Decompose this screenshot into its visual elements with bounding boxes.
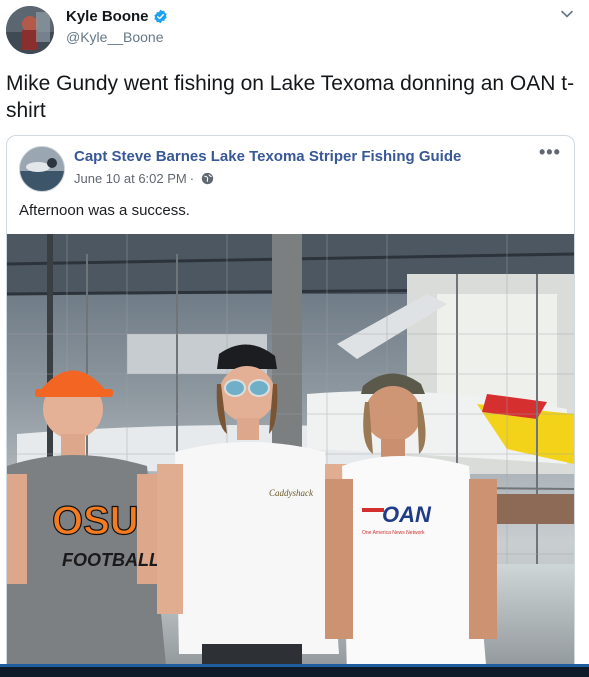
page-avatar[interactable] (19, 146, 65, 192)
post-text: Afternoon was a success. (19, 202, 190, 219)
page-name-link[interactable]: Capt Steve Barnes Lake Texoma Striper Fi… (74, 148, 461, 165)
avatar-image (6, 6, 54, 54)
globe-icon (201, 172, 214, 185)
tweet-text: Mike Gundy went fishing on Lake Texoma d… (6, 72, 575, 122)
author-name-text: Kyle Boone (66, 8, 149, 25)
author-handle[interactable]: @Kyle__Boone (66, 29, 164, 45)
shirt-football-text: FOOTBALL (62, 550, 160, 570)
author-name[interactable]: Kyle Boone (66, 8, 168, 25)
shirt-osu-text: OSU (52, 499, 139, 543)
author-avatar[interactable] (6, 6, 54, 54)
page-avatar-image (20, 147, 64, 191)
shirt-caddyshack-text: Caddyshack (269, 488, 314, 498)
more-options-button[interactable]: ••• (539, 142, 561, 163)
bottom-bar (0, 664, 589, 677)
separator: · (189, 171, 195, 186)
shirt-oan-text: OAN (382, 502, 432, 527)
embedded-post-card[interactable]: Capt Steve Barnes Lake Texoma Striper Fi… (6, 135, 575, 677)
shirt-oan-sub-text: One America News Network (362, 530, 425, 536)
post-photo[interactable]: OSU FOOTBALL Caddyshack OAN One America … (7, 234, 574, 676)
post-timestamp[interactable]: June 10 at 6:02 PM · (74, 171, 214, 186)
chevron-down-icon[interactable] (559, 6, 575, 22)
verified-badge-icon (153, 9, 167, 24)
timestamp-text: June 10 at 6:02 PM (74, 171, 187, 186)
